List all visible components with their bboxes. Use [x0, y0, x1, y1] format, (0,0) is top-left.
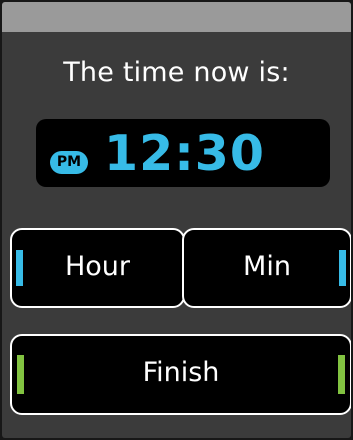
current-time: 12:30 — [104, 125, 265, 182]
screen: The time now is: PM 12:30 Hour Min Finis… — [2, 2, 351, 438]
finish-button-label: Finish — [142, 357, 220, 388]
hour-indicator-bar — [16, 250, 23, 286]
time-display: PM 12:30 — [36, 119, 330, 187]
device-frame: The time now is: PM 12:30 Hour Min Finis… — [0, 0, 353, 440]
finish-right-indicator-bar — [338, 355, 345, 394]
page-title: The time now is: — [63, 57, 290, 88]
hour-button[interactable]: Hour — [10, 228, 185, 308]
min-button[interactable]: Min — [182, 228, 351, 308]
min-button-label: Min — [243, 251, 291, 282]
min-indicator-bar — [339, 250, 346, 286]
hour-button-label: Hour — [64, 251, 131, 282]
am-pm-badge: PM — [50, 151, 88, 174]
finish-left-indicator-bar — [17, 355, 24, 394]
status-strip — [2, 2, 351, 32]
finish-button[interactable]: Finish — [10, 334, 351, 415]
